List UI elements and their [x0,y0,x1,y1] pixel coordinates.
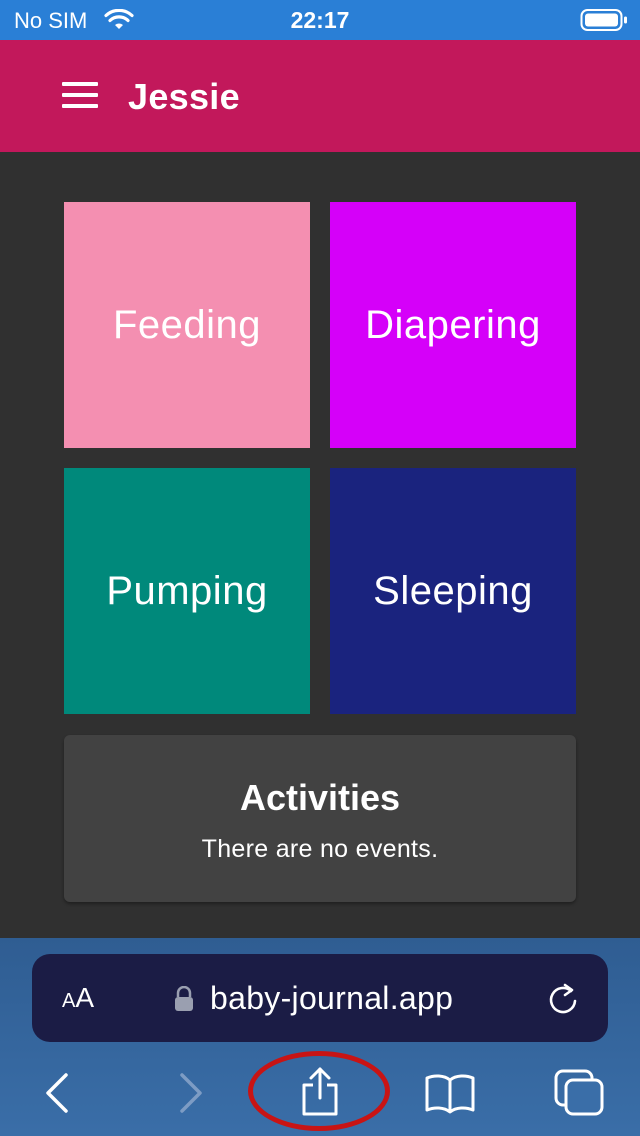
diapering-tile-label: Diapering [365,302,541,347]
address-bar[interactable]: AA baby-journal.app [32,954,608,1042]
sleeping-tile-label: Sleeping [373,568,533,613]
hamburger-menu-icon[interactable] [62,82,98,110]
clock: 22:17 [290,7,350,33]
activities-card: Activities There are no events. [64,735,576,902]
sleeping-tile[interactable]: Sleeping [330,468,576,714]
feeding-tile-label: Feeding [112,302,262,347]
lock-icon [174,985,194,1017]
reload-icon[interactable] [546,980,580,1021]
activities-heading: Activities [239,777,401,818]
pumping-tile-label: Pumping [106,568,268,613]
tabs-icon[interactable] [552,1068,606,1123]
back-icon[interactable] [40,1072,76,1119]
battery-icon [580,8,628,37]
text-size-button[interactable]: AA [62,982,94,1014]
url-text[interactable]: baby-journal.app [210,980,453,1017]
activities-empty-text: There are no events. [201,835,439,863]
app-bar: Jessie [0,40,640,152]
status-bar: No SIM 22:17 [0,0,640,40]
feeding-tile[interactable]: Feeding [64,202,310,448]
share-icon[interactable] [298,1066,342,1123]
diapering-tile[interactable]: Diapering [330,202,576,448]
pumping-tile[interactable]: Pumping [64,468,310,714]
page-title: Jessie [128,76,240,117]
bookmarks-icon[interactable] [424,1072,476,1119]
forward-icon[interactable] [172,1072,208,1119]
